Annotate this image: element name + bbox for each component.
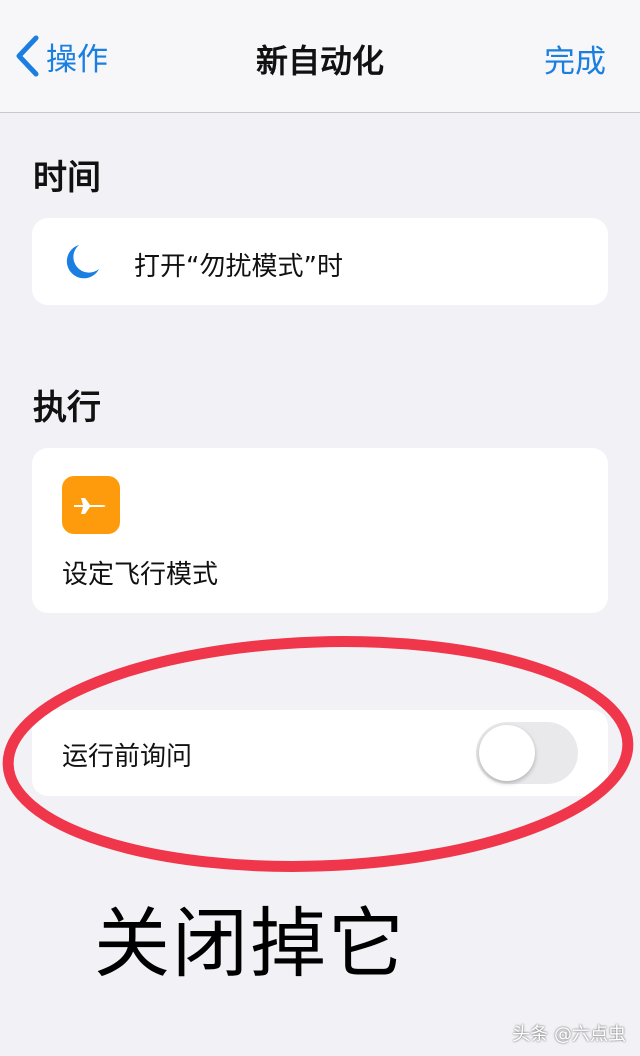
- ask-before-running-toggle[interactable]: [476, 722, 578, 784]
- action-section-title: 执行: [33, 388, 101, 428]
- action-card[interactable]: 设定飞行模式: [32, 448, 608, 613]
- done-button[interactable]: 完成: [544, 36, 606, 81]
- navigation-bar: 操作 新自动化 完成: [0, 0, 640, 113]
- moon-icon: [66, 245, 99, 279]
- watermark: 头条 @六点虫: [512, 1024, 626, 1045]
- annotation-text: 关闭掉它: [94, 899, 406, 988]
- toggle-knob: [479, 725, 535, 781]
- trigger-row[interactable]: 打开“勿扰模式”时: [32, 218, 608, 305]
- airplane-icon: [62, 476, 120, 534]
- ask-before-running-row: 运行前询问: [32, 710, 608, 796]
- trigger-description: 打开“勿扰模式”时: [134, 252, 343, 282]
- trigger-section-title: 时间: [33, 158, 101, 198]
- ask-before-running-label: 运行前询问: [62, 742, 193, 772]
- action-label: 设定飞行模式: [62, 560, 219, 590]
